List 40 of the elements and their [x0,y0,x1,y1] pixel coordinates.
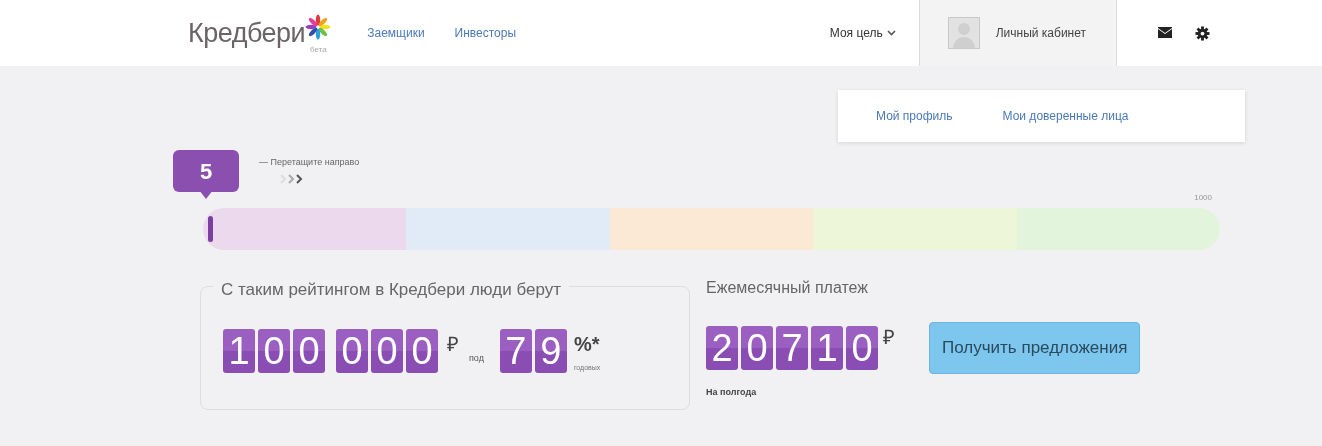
logo-flower-icon [305,14,332,40]
digit-tile: 0 [258,329,290,374]
bubble-pointer [199,190,213,199]
nav-link[interactable]: Заемщики [367,24,425,42]
offers-button[interactable]: Получить предложения [929,322,1141,374]
currency-sign: ₽ [883,325,895,350]
slider-track[interactable] [203,208,1220,250]
caret-icon [886,30,896,36]
percent-sign: %* [573,332,601,357]
digit-tile: 0 [371,329,403,374]
digit-tile: 1 [223,329,255,374]
digit-tile: 0 [336,329,368,374]
nav-link[interactable]: Инвесторы [454,24,517,42]
digit-tile: 9 [534,329,567,374]
rating-bubble: 5 [173,150,239,192]
mail-icon[interactable] [1157,25,1173,41]
digit-tile: 0 [741,325,773,370]
slider-thumb[interactable] [208,216,214,242]
avatar-icon [947,17,980,49]
digit-tile: 0 [293,329,325,374]
account-button[interactable]: Личный кабинет [918,0,1117,66]
connector-text: под [469,351,484,365]
payment-title: Ежемесячный платеж [706,278,869,298]
period-text: На полгода [706,385,758,399]
goal-menu[interactable]: Моя цель [828,23,897,43]
menu-link[interactable]: Мои доверенные лица [1002,107,1129,125]
max-label: 1000 [1194,192,1212,204]
settings-icon[interactable] [1195,25,1210,41]
chevrons-icon [279,173,305,184]
drag-hint: — Перетащите направо [259,156,360,169]
digit-tile: 7 [499,329,532,374]
digit-tile: 0 [406,329,438,374]
digit-tile: 7 [776,325,808,370]
digit-tile: 2 [706,325,738,370]
digit-tile: 1 [811,325,843,370]
currency-sign: ₽ [447,332,459,357]
menu-link[interactable]: Мой профиль [876,107,953,125]
digit-tile: 0 [846,325,878,370]
logo-subtitle: бета [310,46,327,54]
logo-text[interactable]: Кредбери [188,19,306,47]
